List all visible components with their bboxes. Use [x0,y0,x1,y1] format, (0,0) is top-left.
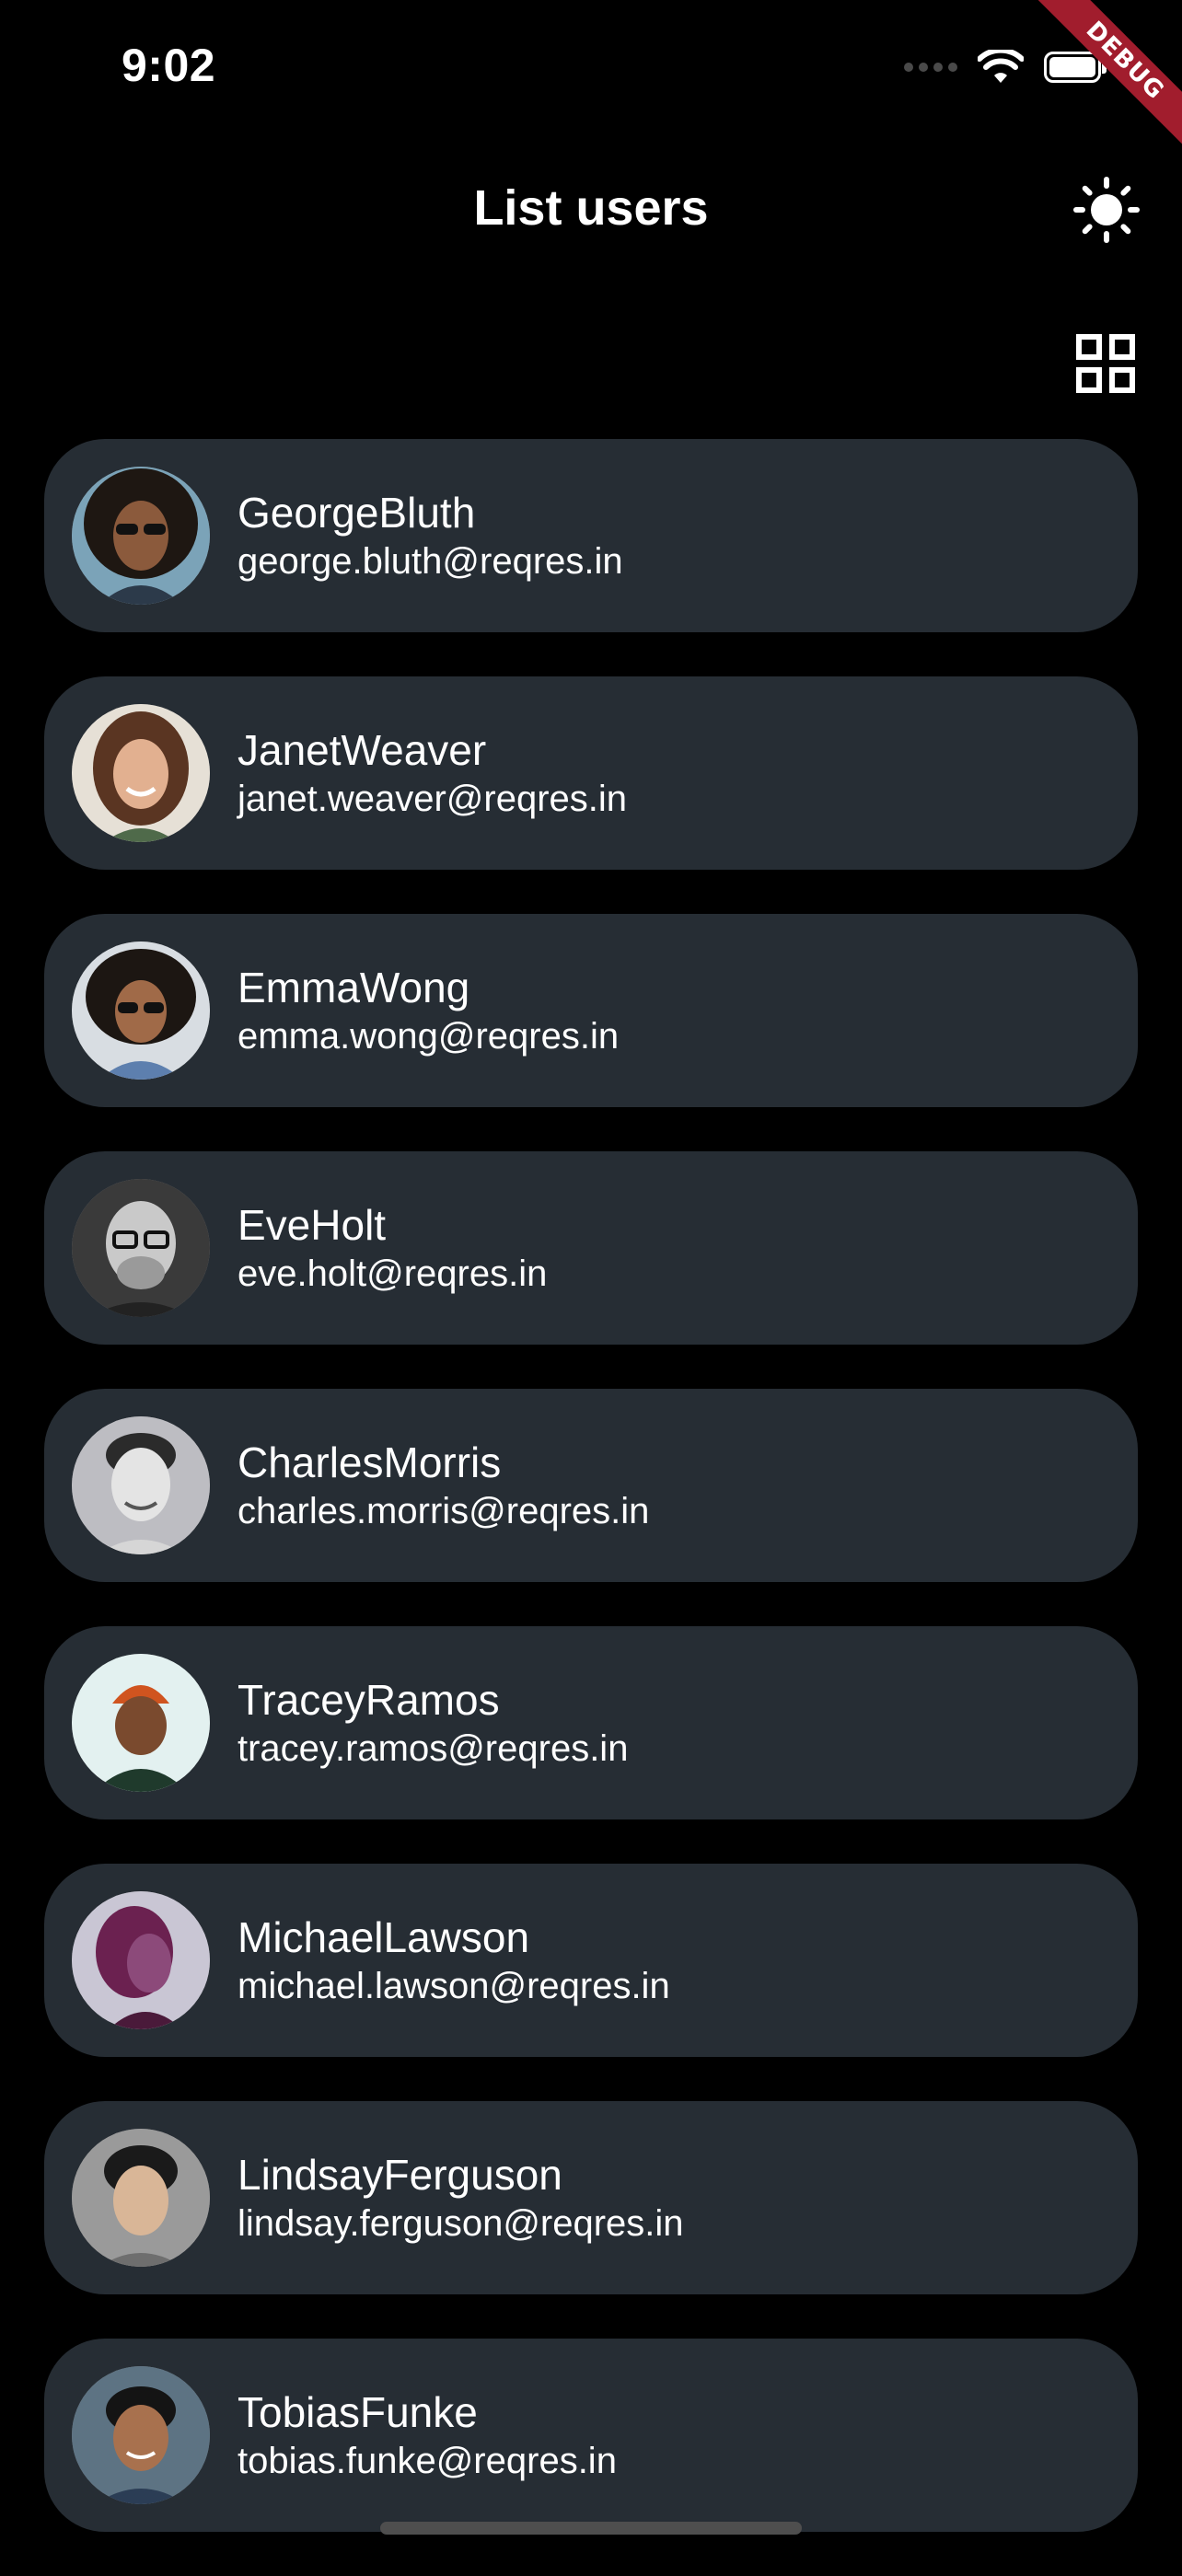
grid-view-icon [1076,334,1135,393]
user-card[interactable]: GeorgeBluth george.bluth@reqres.in [44,439,1138,632]
page-title: List users [473,180,709,236]
avatar [72,2366,210,2504]
user-card[interactable]: JanetWeaver janet.weaver@reqres.in [44,676,1138,870]
user-name: CharlesMorris [238,1438,502,1486]
user-email: janet.weaver@reqres.in [238,779,628,819]
status-time: 9:02 [122,40,216,91]
user-email: tobias.funke@reqres.in [238,2441,617,2481]
avatar [72,941,210,1080]
avatar [72,704,210,842]
status-icons [904,44,1107,90]
user-email: charles.morris@reqres.in [238,1491,650,1531]
user-card[interactable]: EmmaWong emma.wong@reqres.in [44,914,1138,1107]
layout-toggle-button[interactable] [1075,333,1136,394]
user-name: JanetWeaver [238,726,487,774]
user-name: MichaelLawson [238,1913,530,1961]
avatar [72,1179,210,1317]
user-list: GeorgeBluth george.bluth@reqres.in Janet… [44,439,1138,2576]
cellular-signal-icon [904,63,957,72]
avatar [72,1416,210,1554]
user-card[interactable]: MichaelLawson michael.lawson@reqres.in [44,1864,1138,2057]
wifi-icon [978,50,1024,83]
user-card[interactable]: TobiasFunke tobias.funke@reqres.in [44,2339,1138,2532]
user-name: TobiasFunke [238,2388,478,2436]
battery-icon [1044,52,1107,83]
user-card[interactable]: LindsayFerguson lindsay.ferguson@reqres.… [44,2101,1138,2294]
user-name: GeorgeBluth [238,489,476,537]
user-email: george.bluth@reqres.in [238,541,623,582]
user-card[interactable]: EveHolt eve.holt@reqres.in [44,1151,1138,1345]
user-name: LindsayFerguson [238,2151,562,2199]
avatar [72,1891,210,2029]
user-email: eve.holt@reqres.in [238,1253,548,1294]
user-email: lindsay.ferguson@reqres.in [238,2203,684,2244]
sun-icon [1073,177,1140,243]
home-indicator[interactable] [380,2522,802,2535]
user-name: EveHolt [238,1201,387,1249]
user-card[interactable]: TraceyRamos tracey.ramos@reqres.in [44,1626,1138,1819]
avatar [72,467,210,605]
avatar [72,1654,210,1792]
user-email: michael.lawson@reqres.in [238,1966,670,2006]
avatar [72,2129,210,2267]
user-name: EmmaWong [238,964,470,1011]
theme-toggle-button[interactable] [1070,173,1143,247]
user-email: emma.wong@reqres.in [238,1016,620,1057]
user-name: TraceyRamos [238,1676,500,1724]
user-card[interactable]: CharlesMorris charles.morris@reqres.in [44,1389,1138,1582]
user-email: tracey.ramos@reqres.in [238,1728,629,1769]
